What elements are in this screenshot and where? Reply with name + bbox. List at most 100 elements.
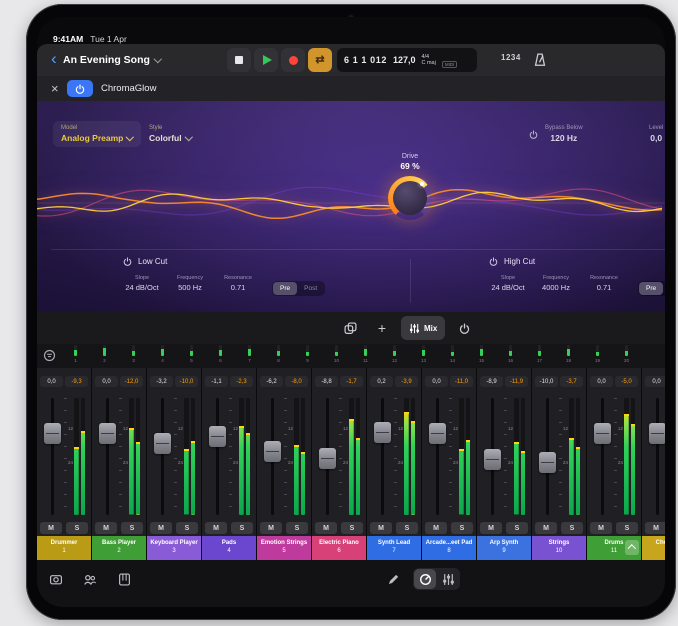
level-control[interactable]: Level 0,0 — [649, 125, 663, 143]
channel-peak-value: -2,3 — [230, 376, 253, 387]
track-label[interactable]: Synth Lead 7 — [367, 536, 421, 560]
track-label[interactable]: Keyboard Player 3 — [147, 536, 201, 560]
expand-track-button[interactable] — [625, 540, 639, 555]
track-label[interactable]: Electric Piano 6 — [312, 536, 366, 560]
solo-button[interactable]: S — [451, 522, 473, 534]
fader-handle[interactable] — [264, 441, 281, 462]
high-cut-frequency-control[interactable]: Frequency 4000 Hz — [537, 275, 575, 292]
play-button[interactable] — [254, 48, 278, 72]
mute-button[interactable]: M — [260, 522, 282, 534]
bypass-power-icon[interactable] — [529, 126, 538, 144]
song-title-menu[interactable]: An Evening Song — [63, 44, 160, 76]
count-in-button[interactable]: 1234 — [499, 51, 523, 64]
fader-track — [601, 398, 604, 515]
solo-button[interactable]: S — [396, 522, 418, 534]
style-selector[interactable]: Style Colorful — [149, 125, 191, 143]
lcd-display[interactable]: 6 1 1 012 127,0 4/4 C maj MIDI — [337, 48, 477, 72]
fader-handle[interactable] — [374, 422, 391, 443]
fader-handle[interactable] — [319, 448, 336, 469]
solo-button[interactable]: S — [616, 522, 638, 534]
mute-button[interactable]: M — [480, 522, 502, 534]
model-selector[interactable]: Model Analog Preamp — [53, 121, 141, 147]
keyboard-button[interactable] — [113, 569, 135, 589]
drive-knob-indicator — [420, 182, 424, 186]
solo-button[interactable]: S — [286, 522, 308, 534]
edit-button[interactable] — [382, 569, 404, 589]
param-value: 24 dB/Oct — [123, 283, 161, 292]
camera-browser-button[interactable] — [45, 569, 67, 589]
track-label[interactable]: Emotion Strings 5 — [257, 536, 311, 560]
solo-button[interactable]: S — [231, 522, 253, 534]
track-label[interactable]: Bass Player 2 — [92, 536, 146, 560]
fader-handle[interactable] — [44, 423, 61, 444]
back-button[interactable]: ‹ — [47, 46, 61, 72]
bypass-control[interactable]: Bypass Below 120 Hz — [529, 125, 583, 144]
mixer-view-button[interactable] — [437, 569, 459, 589]
pre-button[interactable]: Pre — [639, 282, 663, 295]
track-label[interactable]: Pads 4 — [202, 536, 256, 560]
fader-handle[interactable] — [209, 426, 226, 447]
mute-button[interactable]: M — [40, 522, 62, 534]
mute-button[interactable]: M — [590, 522, 612, 534]
meter-left — [294, 398, 299, 515]
fader-handle[interactable] — [539, 452, 556, 473]
mute-solo-row: M S — [312, 520, 366, 536]
high-cut-slope-control[interactable]: Slope 24 dB/Oct — [489, 275, 527, 292]
mute-button[interactable]: M — [370, 522, 392, 534]
solo-button[interactable]: S — [561, 522, 583, 534]
solo-button[interactable]: S — [506, 522, 528, 534]
cycle-button[interactable]: ⇄ — [308, 48, 332, 72]
track-label[interactable]: Strings 10 — [532, 536, 586, 560]
plugin-tiles-button[interactable] — [337, 316, 363, 340]
meter-right — [301, 398, 306, 515]
fader-handle[interactable] — [649, 423, 665, 444]
plugins-view-button[interactable] — [414, 569, 436, 589]
low-cut-power-button[interactable] — [123, 257, 132, 266]
solo-button[interactable]: S — [66, 522, 88, 534]
fader-handle[interactable] — [484, 449, 501, 470]
mute-button[interactable]: M — [95, 522, 117, 534]
low-cut-frequency-control[interactable]: Frequency 500 Hz — [171, 275, 209, 292]
stop-button[interactable] — [227, 48, 251, 72]
overview-filter-button[interactable] — [43, 349, 56, 362]
mute-button[interactable]: M — [425, 522, 447, 534]
mute-button[interactable]: M — [645, 522, 665, 534]
metronome-button[interactable] — [529, 49, 551, 71]
track-label[interactable]: Arcade...eet Pad 8 — [422, 536, 476, 560]
solo-button[interactable]: S — [121, 522, 143, 534]
mute-button[interactable]: M — [535, 522, 557, 534]
fader-handle[interactable] — [594, 423, 611, 444]
solo-button[interactable]: S — [341, 522, 363, 534]
solo-button[interactable]: S — [176, 522, 198, 534]
track-label[interactable]: Chorus V 12 — [642, 536, 665, 560]
channel-fader-zone: 12 24 — [642, 395, 665, 518]
param-label: Frequency — [171, 275, 209, 281]
fader-handle[interactable] — [99, 423, 116, 444]
mute-button[interactable]: M — [315, 522, 337, 534]
record-button[interactable] — [281, 48, 305, 72]
mixer-channel-strip: -6,2 -8,0 12 24 M S Emotion Strings 5 — [257, 368, 311, 560]
mix-view-button[interactable]: Mix — [401, 316, 445, 340]
pre-button[interactable]: Pre — [273, 282, 297, 295]
add-plugin-button[interactable]: + — [369, 316, 395, 340]
track-label[interactable]: Drummer 1 — [37, 536, 91, 560]
high-cut-resonance-control[interactable]: Resonance 0.71 — [585, 275, 623, 292]
low-cut-resonance-control[interactable]: Resonance 0.71 — [219, 275, 257, 292]
post-button[interactable]: Post — [297, 282, 324, 295]
track-label[interactable]: Drums 11 — [587, 536, 641, 560]
plugin-power-button[interactable] — [67, 80, 93, 97]
low-cut-slope-control[interactable]: Slope 24 dB/Oct — [123, 275, 161, 292]
close-plugin-button[interactable]: × — [47, 78, 63, 99]
mute-button[interactable]: M — [205, 522, 227, 534]
high-cut-power-button[interactable] — [489, 257, 498, 266]
collaborators-button[interactable] — [79, 569, 101, 589]
drive-knob[interactable] — [388, 176, 432, 220]
track-label[interactable]: Arp Synth 9 — [477, 536, 531, 560]
mute-button[interactable]: M — [150, 522, 172, 534]
overview-meter: 11 — [351, 345, 380, 363]
fader-handle[interactable] — [429, 423, 446, 444]
post-button[interactable]: Post — [663, 282, 665, 295]
fader-handle[interactable] — [154, 433, 171, 454]
mixer-power-button[interactable] — [451, 316, 477, 340]
overview-meter: 10 — [322, 345, 351, 363]
